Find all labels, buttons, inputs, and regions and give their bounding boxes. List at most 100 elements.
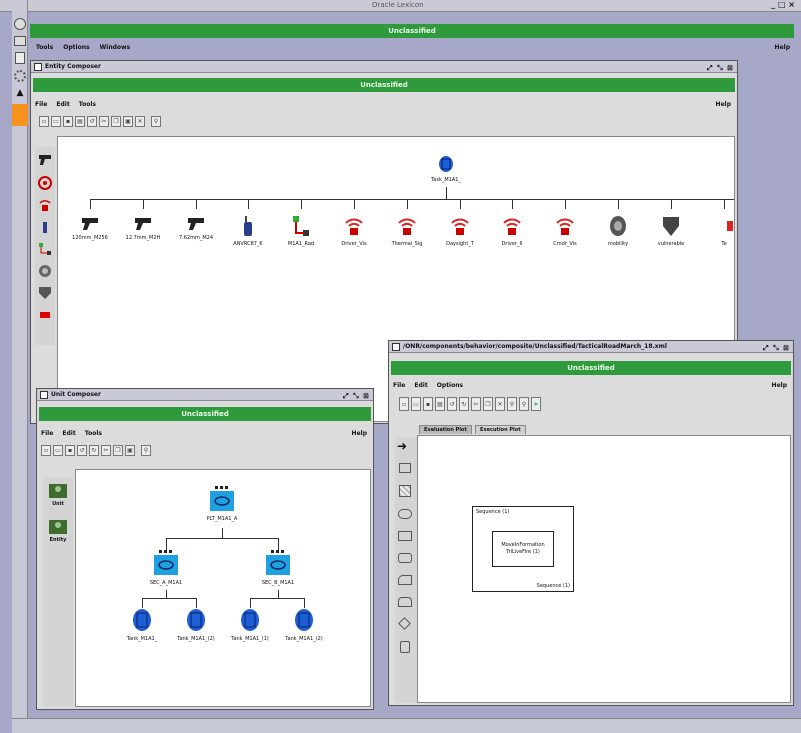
entity-child-node[interactable]: Te [697, 215, 734, 247]
document-icon[interactable] [15, 52, 25, 64]
pistol-icon[interactable] [37, 151, 53, 167]
pointer-icon[interactable]: ➜ [397, 439, 407, 453]
unit-tank-b2[interactable]: Tank_M1A1_(2) [277, 608, 331, 642]
entity-composer-controls[interactable]: ⤢ ⤡ ⊠ [707, 62, 734, 72]
bar-icon[interactable] [37, 307, 53, 323]
grid-shape-icon[interactable] [399, 485, 411, 497]
open-icon[interactable]: ▭ [51, 115, 61, 127]
arrow-icon[interactable]: ▲ [14, 88, 26, 98]
unit-composer-controls[interactable]: ⤢ ⤡ ⊠ [343, 390, 370, 400]
open-icon[interactable]: ▭ [53, 444, 63, 456]
copy-icon[interactable]: ❐ [113, 444, 123, 456]
entity-child-node[interactable]: Daysight_T [433, 215, 487, 247]
zoom-icon[interactable]: ⚲ [141, 444, 151, 456]
behavior-composer-controls[interactable]: ⤢ ⤡ ⊠ [763, 342, 790, 352]
delete-icon[interactable]: ✕ [495, 397, 505, 411]
zoom-in-icon[interactable]: ⚲ [507, 397, 517, 411]
radio-icon[interactable] [37, 197, 53, 213]
menu-tools[interactable]: Tools [79, 101, 96, 108]
zoom-icon[interactable]: ⚲ [151, 115, 161, 127]
entity-child-node[interactable]: 12.7mm_M2H [116, 215, 170, 241]
entity-child-node[interactable]: vulnerable [644, 215, 698, 247]
entity-child-node[interactable]: Driver_Vis [327, 215, 381, 247]
entity-root-node[interactable]: Task_M1A1_ [419, 155, 473, 183]
run-icon[interactable]: ➤ [531, 397, 541, 411]
menu-file[interactable]: File [41, 430, 53, 437]
new-icon[interactable]: ▫ [39, 115, 49, 127]
menu-options[interactable]: Options [63, 44, 89, 51]
delete-icon[interactable]: ✕ [135, 115, 145, 127]
unit-palette-entity[interactable]: Entity [46, 517, 70, 543]
zoom-out-icon[interactable]: ⚲ [519, 397, 529, 411]
cylinder-shape-icon[interactable] [400, 641, 410, 653]
new-icon[interactable]: ▫ [399, 397, 409, 411]
paste-icon[interactable]: ▣ [125, 444, 135, 456]
folder-icon[interactable] [14, 36, 26, 46]
cut-icon[interactable]: ✂ [471, 397, 481, 411]
save-icon[interactable]: ▪ [65, 444, 75, 456]
unit-root-node[interactable]: PLT_M1A1_A [195, 486, 249, 522]
entity-help[interactable]: Help [716, 99, 731, 111]
menu-edit[interactable]: Edit [414, 382, 427, 389]
tire-icon[interactable] [37, 263, 53, 279]
entity-child-node[interactable]: M1A1_Rad [274, 215, 328, 247]
main-help[interactable]: Help [775, 42, 790, 54]
trapezoid-shape-icon[interactable] [398, 597, 412, 607]
cut-icon[interactable]: ✂ [101, 444, 111, 456]
print-icon[interactable]: ▤ [435, 397, 445, 411]
user-icon[interactable] [14, 18, 26, 30]
behavior-help[interactable]: Help [772, 380, 787, 392]
unit-section-a[interactable]: SEC_A_M1A1 [139, 550, 193, 586]
unit-tank-b1[interactable]: Tank_M1A1_(1) [223, 608, 277, 642]
main-window-controls[interactable]: _ □ × [771, 0, 795, 9]
diamond-shape-icon[interactable] [398, 617, 411, 630]
entity-child-node[interactable]: Cmdr_Vis [538, 215, 592, 247]
link-icon[interactable] [37, 241, 53, 257]
menu-edit[interactable]: Edit [56, 101, 69, 108]
unit-help[interactable]: Help [352, 428, 367, 440]
print-icon[interactable]: ▤ [75, 115, 85, 127]
window-menu-icon[interactable] [392, 343, 400, 351]
move-in-formation-box[interactable]: MoveInFormation TriLiveFire (1) [492, 531, 554, 567]
entity-child-node[interactable]: ANVRC87_K [221, 215, 275, 247]
entity-child-node[interactable]: mobility [591, 215, 645, 247]
unit-section-b[interactable]: SEC_B_M1A1 [251, 550, 305, 586]
save-icon[interactable]: ▪ [63, 115, 73, 127]
window-menu-icon[interactable] [40, 391, 48, 399]
sequence-box[interactable]: Sequence (1) MoveInFormation TriLiveFire… [472, 506, 574, 592]
menu-options[interactable]: Options [437, 382, 463, 389]
new-icon[interactable]: ▫ [41, 444, 51, 456]
cut-icon[interactable]: ✂ [99, 115, 109, 127]
rectangle-shape-icon[interactable] [398, 531, 412, 541]
paste-icon[interactable]: ▣ [123, 115, 133, 127]
entity-child-node[interactable]: 120mm_M256 [63, 215, 117, 241]
copy-icon[interactable]: ❐ [483, 397, 493, 411]
save-icon[interactable]: ▪ [423, 397, 433, 411]
menu-tools[interactable]: Tools [85, 430, 102, 437]
image-shape-icon[interactable] [399, 463, 411, 473]
menu-file[interactable]: File [393, 382, 405, 389]
ellipse-shape-icon[interactable] [398, 509, 412, 519]
behavior-canvas[interactable]: Sequence (1) MoveInFormation TriLiveFire… [417, 435, 791, 703]
rounded-rect-shape-icon[interactable] [398, 553, 412, 563]
orange-tab[interactable] [12, 104, 28, 126]
copy-icon[interactable]: ❐ [111, 115, 121, 127]
gear-icon[interactable] [14, 70, 26, 82]
menu-file[interactable]: File [35, 101, 47, 108]
entity-child-node[interactable]: Driver_II [485, 215, 539, 247]
tab-execution-plot[interactable]: Execution Plot [475, 425, 526, 434]
unit-canvas[interactable]: PLT_M1A1_A SEC_A_M1A1 SEC_B_M1A1 Tank_M1… [75, 469, 371, 707]
redo-icon[interactable]: ↻ [89, 444, 99, 456]
entity-child-node[interactable]: Thermal_Sig [380, 215, 434, 247]
window-menu-icon[interactable] [34, 63, 42, 71]
redo-icon[interactable]: ↻ [459, 397, 469, 411]
unit-tank-a2[interactable]: Tank_M1A1_(2) [169, 608, 223, 642]
undo-icon[interactable]: ↺ [77, 444, 87, 456]
undo-icon[interactable]: ↺ [447, 397, 457, 411]
menu-edit[interactable]: Edit [62, 430, 75, 437]
note-shape-icon[interactable] [398, 575, 412, 585]
menu-windows[interactable]: Windows [100, 44, 130, 51]
tab-evaluation-plot[interactable]: Evaluation Plot [419, 425, 472, 434]
menu-tools[interactable]: Tools [36, 44, 53, 51]
unit-palette-unit[interactable]: Unit [46, 481, 70, 507]
